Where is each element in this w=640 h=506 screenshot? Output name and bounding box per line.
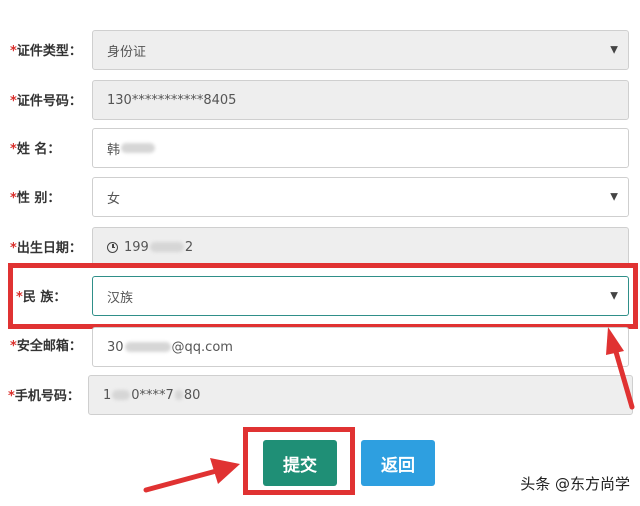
id-type-select[interactable]: 身份证 ▼ bbox=[92, 30, 629, 70]
email-field[interactable]: 30 @qq.com bbox=[92, 327, 629, 367]
name-label: *姓 名： bbox=[10, 138, 60, 157]
arrow-up-icon bbox=[606, 327, 635, 410]
back-button[interactable]: 返回 bbox=[361, 440, 435, 486]
birth-date-field[interactable]: 199 2 bbox=[92, 227, 629, 267]
email-label: *安全邮箱： bbox=[10, 335, 82, 354]
back-label: 返回 bbox=[381, 455, 415, 476]
clock-icon bbox=[107, 241, 118, 253]
gender-value: 女 bbox=[107, 191, 121, 207]
gender-select[interactable]: 女 ▼ bbox=[92, 177, 629, 217]
id-type-label-text: 证件类型： bbox=[16, 44, 82, 59]
phone-value: 1 bbox=[103, 387, 112, 403]
redacted-blur bbox=[149, 242, 184, 252]
chevron-down-icon: ▼ bbox=[610, 44, 618, 56]
id-number-value: 130***********8405 bbox=[107, 92, 237, 108]
redacted-blur bbox=[112, 390, 131, 400]
ethnicity-highlight-box bbox=[8, 263, 638, 329]
redacted-blur bbox=[124, 342, 171, 352]
email-value: 30 bbox=[107, 339, 124, 355]
id-type-value: 身份证 bbox=[107, 44, 147, 60]
name-label-text: 姓 名： bbox=[16, 142, 61, 157]
phone-label: *手机号码： bbox=[8, 385, 80, 404]
id-type-label: *证件类型： bbox=[10, 40, 82, 59]
required-mark: * bbox=[10, 191, 17, 206]
phone-value-mid: 0****7 bbox=[131, 387, 174, 403]
phone-label-text: 手机号码： bbox=[14, 389, 80, 404]
submit-button[interactable]: 提交 bbox=[263, 440, 337, 486]
id-number-field[interactable]: 130***********8405 bbox=[92, 80, 629, 120]
id-number-label: *证件号码： bbox=[10, 90, 82, 109]
required-mark: * bbox=[10, 241, 17, 256]
phone-field[interactable]: 1 0****7 80 bbox=[88, 375, 633, 415]
birth-date-label: *出生日期： bbox=[10, 237, 82, 256]
watermark-text: 头条 @东方尚学 bbox=[520, 475, 630, 493]
required-mark: * bbox=[8, 389, 15, 404]
submit-label: 提交 bbox=[283, 455, 317, 476]
arrow-right-icon bbox=[143, 458, 240, 493]
phone-value-suffix: 80 bbox=[183, 387, 201, 403]
email-value-suffix: @qq.com bbox=[171, 339, 233, 355]
name-value: 韩 bbox=[107, 142, 121, 158]
required-mark: * bbox=[10, 339, 17, 354]
required-mark: * bbox=[10, 44, 17, 59]
email-label-text: 安全邮箱： bbox=[16, 339, 82, 354]
name-field[interactable]: 韩 bbox=[92, 128, 629, 168]
redacted-blur bbox=[174, 390, 183, 400]
birth-date-value-suffix: 2 bbox=[184, 239, 194, 255]
id-number-label-text: 证件号码： bbox=[16, 94, 82, 109]
chevron-down-icon: ▼ bbox=[610, 191, 618, 203]
required-mark: * bbox=[10, 142, 17, 157]
gender-label-text: 性 别： bbox=[16, 191, 61, 206]
redacted-blur bbox=[121, 143, 156, 153]
gender-label: *性 别： bbox=[10, 187, 60, 206]
required-mark: * bbox=[10, 94, 17, 109]
birth-date-label-text: 出生日期： bbox=[16, 241, 82, 256]
birth-date-value: 199 bbox=[124, 239, 149, 255]
